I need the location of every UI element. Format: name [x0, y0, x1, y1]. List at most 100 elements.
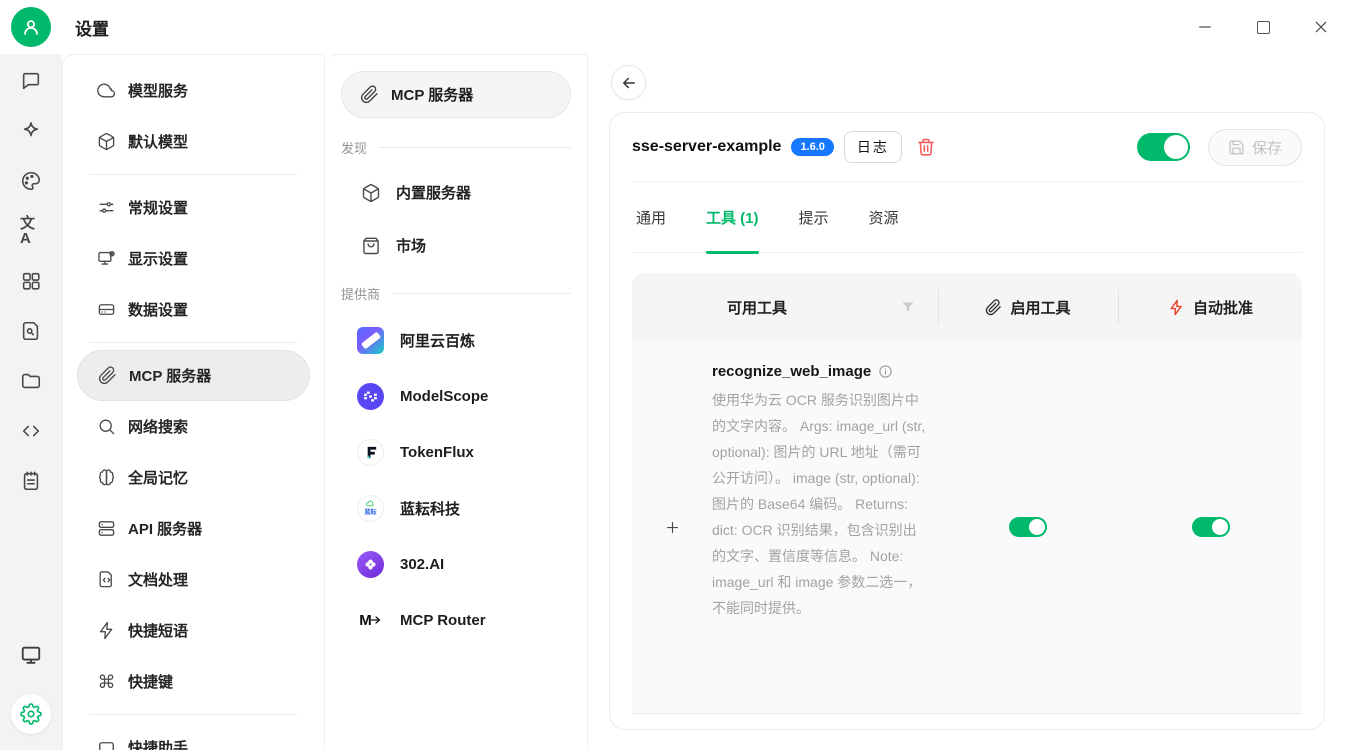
minimize-button[interactable]: [1194, 16, 1216, 38]
tools-table-header: 可用工具 启用工具 自动批准: [632, 273, 1302, 341]
mcp-item-builtin-servers[interactable]: 内置服务器: [325, 166, 587, 219]
code-icon[interactable]: [20, 420, 42, 442]
settings-button[interactable]: [11, 694, 51, 734]
nav-item-quick-phrases[interactable]: 快捷短语: [77, 605, 310, 656]
close-icon: [1315, 21, 1327, 33]
nav-item-shortcuts[interactable]: ⌘ 快捷键: [77, 656, 310, 707]
nav-item-label: 常规设置: [128, 200, 189, 217]
delete-server-button[interactable]: [916, 137, 936, 157]
icon-rail: 文A: [0, 54, 62, 750]
section-label-providers: 提供商: [341, 276, 571, 310]
file-code-icon: [97, 570, 116, 589]
sliders-icon: [97, 198, 116, 217]
expand-row-button[interactable]: [632, 341, 712, 713]
sparkles-icon[interactable]: [20, 120, 42, 142]
save-button-label: 保存: [1251, 139, 1282, 157]
info-icon[interactable]: [878, 364, 893, 379]
enable-tool-toggle[interactable]: [1009, 517, 1047, 537]
mcp-sidebar: MCP 服务器 发现 内置服务器 市场 提供商 阿里云百炼 ModelScope: [325, 54, 588, 750]
provider-item-mcprouter[interactable]: M MCP Router: [325, 592, 587, 648]
mcprouter-logo: M: [357, 606, 384, 634]
mcp-servers-button[interactable]: MCP 服务器: [341, 71, 571, 118]
column-header-enabled-tools: 启用工具: [938, 273, 1118, 341]
provider-item-modelscope[interactable]: ModelScope: [325, 368, 587, 424]
tool-cell: recognize_web_image 使用华为云 OCR 服务识别图片中的文字…: [632, 341, 938, 713]
save-icon: [1229, 139, 1244, 155]
user-avatar[interactable]: [11, 7, 51, 47]
close-button[interactable]: [1310, 16, 1332, 38]
302ai-logo: [357, 550, 384, 578]
display-settings-icon: [97, 249, 116, 268]
enable-tool-cell: [938, 341, 1118, 713]
nav-item-default-models[interactable]: 默认模型: [77, 116, 310, 167]
save-button[interactable]: 保存: [1207, 128, 1302, 166]
palette-icon[interactable]: [20, 170, 42, 192]
tools-table: 可用工具 启用工具 自动批准 recognize_web_image 使用华为云…: [632, 273, 1302, 714]
zap-icon: [97, 621, 116, 640]
bailian-logo: [357, 326, 384, 354]
nav-item-display-settings[interactable]: 显示设置: [77, 233, 310, 284]
person-icon: [24, 20, 38, 35]
auto-approve-toggle[interactable]: [1191, 517, 1230, 537]
nav-item-mcp-servers[interactable]: MCP 服务器: [77, 350, 310, 401]
mcp-item-label: 内置服务器: [396, 185, 472, 202]
nav-item-api-server[interactable]: API 服务器: [77, 503, 310, 554]
nav-item-web-search[interactable]: 网络搜索: [77, 401, 310, 452]
nav-item-general-settings[interactable]: 常规设置: [77, 182, 310, 233]
nav-item-quick-assistant[interactable]: 快捷助手: [77, 722, 310, 750]
package-icon: [97, 132, 116, 151]
mini-window-icon[interactable]: [20, 644, 42, 666]
nav-item-label: 数据设置: [128, 302, 189, 319]
settings-nav: 模型服务 默认模型 常规设置 显示设置 数据设置 MCP 服务器 网络搜索 全局…: [62, 54, 325, 750]
nav-item-document-processing[interactable]: 文档处理: [77, 554, 310, 605]
tab-bar: 通用 工具 (1) 提示 资源: [632, 182, 1302, 254]
logs-button[interactable]: 日志: [843, 131, 902, 163]
server-card-header: sse-server-example 1.6.0 日志 保存: [632, 113, 1302, 182]
provider-label: 302.AI: [400, 555, 445, 573]
folder-icon[interactable]: [20, 370, 42, 392]
nav-item-label: API 服务器: [128, 521, 203, 538]
tab-resources[interactable]: 资源: [869, 182, 899, 252]
nav-item-data-settings[interactable]: 数据设置: [77, 284, 310, 335]
storage-icon: [97, 300, 116, 319]
provider-item-tokenflux[interactable]: TokenFlux: [325, 424, 587, 480]
nav-item-label: 默认模型: [128, 134, 189, 151]
provider-label: MCP Router: [400, 611, 486, 629]
package-icon: [361, 183, 381, 203]
nav-item-global-memory[interactable]: 全局记忆: [77, 452, 310, 503]
plus-icon: [666, 521, 678, 533]
version-badge: 1.6.0: [791, 138, 834, 156]
file-search-icon[interactable]: [20, 320, 42, 342]
tab-tools[interactable]: 工具 (1): [706, 182, 759, 254]
translate-icon[interactable]: 文A: [20, 216, 42, 246]
server-enabled-toggle[interactable]: [1136, 133, 1190, 161]
nav-item-model-services[interactable]: 模型服务: [77, 65, 310, 116]
provider-label: 阿里云百炼: [400, 332, 476, 350]
minimize-icon: [1199, 26, 1211, 28]
tab-prompts[interactable]: 提示: [799, 182, 829, 252]
back-button[interactable]: [611, 65, 646, 100]
chat-icon[interactable]: [20, 70, 42, 92]
server-card: sse-server-example 1.6.0 日志 保存 通用 工具 (1): [609, 112, 1325, 730]
provider-item-302ai[interactable]: 302.AI: [325, 536, 587, 592]
nav-item-label: 快捷键: [128, 674, 174, 691]
apps-grid-icon[interactable]: [20, 270, 42, 292]
provider-item-lanyun[interactable]: 蓝耘 蓝耘科技: [325, 480, 587, 536]
maximize-button[interactable]: [1252, 16, 1274, 38]
page-title: 设置: [75, 19, 109, 39]
server-header-actions: 保存: [1136, 128, 1302, 166]
provider-item-bailian[interactable]: 阿里云百炼: [325, 312, 587, 368]
tab-general[interactable]: 通用: [636, 182, 666, 252]
main-content: sse-server-example 1.6.0 日志 保存 通用 工具 (1): [588, 54, 1350, 750]
column-header-auto-approve: 自动批准: [1118, 273, 1303, 341]
provider-label: 蓝耘科技: [400, 500, 461, 518]
filter-icon[interactable]: [900, 299, 916, 315]
lanyun-logo: 蓝耘: [357, 494, 384, 522]
notepad-icon[interactable]: [20, 470, 42, 492]
titlebar: 设置: [0, 0, 1350, 54]
mcp-item-marketplace[interactable]: 市场: [325, 219, 587, 272]
tool-content: recognize_web_image 使用华为云 OCR 服务识别图片中的文字…: [712, 341, 938, 713]
nav-item-label: 文档处理: [128, 572, 189, 589]
nav-item-label: 网络搜索: [128, 419, 189, 436]
paperclip-icon: [360, 85, 379, 104]
